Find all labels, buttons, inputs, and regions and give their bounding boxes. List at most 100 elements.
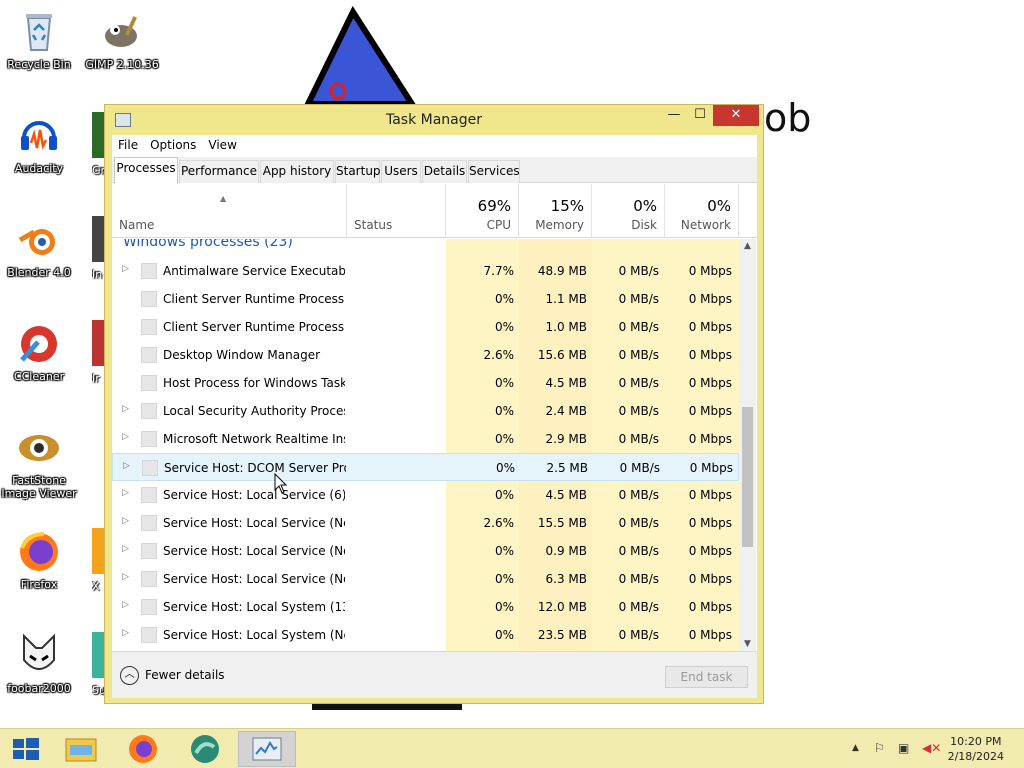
- expand-chevron-icon[interactable]: ▷: [122, 544, 129, 554]
- expand-chevron-icon[interactable]: ▷: [122, 572, 129, 582]
- fewer-details-button[interactable]: ︿ Fewer details: [120, 666, 225, 685]
- menu-file[interactable]: File: [112, 135, 144, 152]
- process-memory: 6.3 MB: [545, 572, 587, 586]
- taskbar-task-manager[interactable]: [238, 731, 296, 767]
- tab-details[interactable]: Details: [422, 160, 467, 183]
- foobar2000-icon: [16, 632, 62, 678]
- taskbar-file-explorer[interactable]: [52, 731, 110, 767]
- network-icon[interactable]: ▣: [898, 741, 909, 755]
- expand-chevron-icon[interactable]: ▷: [122, 488, 129, 498]
- scroll-up-icon[interactable]: ▲: [739, 241, 756, 251]
- menu-options[interactable]: Options: [144, 135, 202, 152]
- process-network: 0 Mbps: [688, 292, 732, 306]
- partial-icon[interactable]: X: [92, 528, 104, 602]
- clock[interactable]: 10:20 PM 2/18/2024: [948, 734, 1004, 764]
- menu-view[interactable]: View: [202, 135, 242, 152]
- process-row[interactable]: ▷ Service Host: Local System (Net... 0% 23.…: [112, 621, 739, 649]
- process-name: Service Host: Local Service (No I...: [163, 544, 345, 558]
- process-icon: [141, 431, 157, 447]
- process-row[interactable]: ▷ Service Host: Local Service (No I... 0% 0…: [112, 537, 739, 565]
- process-memory: 4.5 MB: [545, 376, 587, 390]
- process-row[interactable]: ▷ Antimalware Service Executable 7.7% 48.9 …: [112, 257, 739, 285]
- process-row[interactable]: ▷ Service Host: Local Service (Net... 2.6%…: [112, 509, 739, 537]
- column-network[interactable]: 0% Network: [665, 184, 739, 238]
- partial-icon[interactable]: Ir: [92, 320, 104, 394]
- tab-users[interactable]: Users: [381, 160, 421, 183]
- tray-chevron-up-icon[interactable]: ▲: [852, 743, 859, 753]
- process-row[interactable]: ▷ Service Host: Local Service (6) 0% 4.5 MB…: [112, 481, 739, 509]
- process-network: 0 Mbps: [688, 320, 732, 334]
- column-memory[interactable]: 15% Memory: [519, 184, 592, 238]
- chevron-up-icon: ︿: [120, 666, 139, 685]
- process-row[interactable]: ▷ Local Security Authority Process 0% 2.4 M…: [112, 397, 739, 425]
- tab-performance[interactable]: Performance: [179, 160, 259, 183]
- process-icon: [141, 571, 157, 587]
- desktop-icon-firefox[interactable]: Firefox: [0, 528, 78, 591]
- expand-chevron-icon[interactable]: ▷: [122, 600, 129, 610]
- column-name[interactable]: Name: [112, 184, 347, 238]
- tab-startup[interactable]: Startup: [335, 160, 381, 183]
- process-disk: 0 MB/s: [618, 292, 659, 306]
- process-icon: [141, 291, 157, 307]
- icon-label: CCleaner: [13, 370, 65, 383]
- flag-icon[interactable]: ⚐: [874, 741, 885, 755]
- taskbar-firefox[interactable]: [114, 731, 172, 767]
- process-name: Service Host: Local Service (Net...: [163, 516, 345, 530]
- process-row[interactable]: ▷ Service Host: DCOM Server Proc... 0% 2.5 …: [112, 453, 739, 481]
- start-icon: [13, 738, 39, 760]
- process-name: Local Security Authority Process: [163, 404, 345, 418]
- process-row[interactable]: Client Server Runtime Process 0% 1.0 MB 0 M…: [112, 313, 739, 341]
- column-cpu[interactable]: 69% CPU: [446, 184, 519, 238]
- expand-chevron-icon[interactable]: ▷: [122, 432, 129, 442]
- partial-icon[interactable]: Gr: [92, 112, 104, 186]
- column-disk[interactable]: 0% Disk: [592, 184, 665, 238]
- end-task-button[interactable]: End task: [665, 666, 748, 688]
- start-button[interactable]: [0, 731, 58, 767]
- partial-icon[interactable]: In: [92, 216, 104, 290]
- process-name: Service Host: Local Service (No ...: [163, 572, 345, 586]
- expand-chevron-icon[interactable]: ▷: [122, 264, 129, 274]
- volume-muted-icon[interactable]: ◀✕: [922, 741, 941, 755]
- process-memory: 1.0 MB: [545, 320, 587, 334]
- column-status[interactable]: Status: [347, 184, 446, 238]
- expand-chevron-icon[interactable]: ▷: [122, 516, 129, 526]
- process-memory: 12.0 MB: [537, 600, 587, 614]
- desktop-icon-gimp[interactable]: GIMP 2.10.36: [83, 8, 161, 71]
- expand-chevron-icon[interactable]: ▷: [122, 404, 129, 414]
- vertical-scrollbar[interactable]: ▲ ▼: [739, 239, 756, 651]
- desktop-icon-blender[interactable]: Blender 4.0: [0, 216, 78, 279]
- process-row[interactable]: Client Server Runtime Process 0% 1.1 MB 0 M…: [112, 285, 739, 313]
- tab-processes[interactable]: Processes: [114, 157, 178, 184]
- desktop-icon-faststone[interactable]: FastStone Image Viewer: [0, 424, 78, 500]
- process-cpu: 0%: [494, 572, 514, 586]
- process-network: 0 Mbps: [688, 516, 732, 530]
- taskbar-app[interactable]: [176, 731, 234, 767]
- partial-icon[interactable]: Sup: [92, 632, 104, 706]
- tab-app-history[interactable]: App history: [260, 160, 334, 183]
- process-disk: 0 MB/s: [618, 348, 659, 362]
- process-row[interactable]: ▷ Service Host: Local System (13) 0% 12.0 M…: [112, 593, 739, 621]
- process-icon: [141, 515, 157, 531]
- scroll-down-icon[interactable]: ▼: [739, 639, 756, 649]
- desktop-icon-foobar2000[interactable]: foobar2000: [0, 632, 78, 695]
- scroll-thumb[interactable]: [742, 407, 753, 547]
- title-bar[interactable]: Task Manager — ☐ ✕: [105, 105, 763, 134]
- process-row[interactable]: Host Process for Windows Tasks 0% 4.5 MB 0 …: [112, 369, 739, 397]
- desktop-icon-ccleaner[interactable]: CCleaner: [0, 320, 78, 383]
- desktop-icon-recycle-bin[interactable]: Recycle Bin: [0, 8, 78, 71]
- expand-chevron-icon[interactable]: ▷: [122, 628, 129, 638]
- close-button[interactable]: ✕: [713, 105, 759, 126]
- process-disk: 0 MB/s: [618, 264, 659, 278]
- process-network: 0 Mbps: [688, 348, 732, 362]
- maximize-button[interactable]: ☐: [687, 105, 713, 126]
- process-row[interactable]: Desktop Window Manager 2.6% 15.6 MB 0 MB/s 0…: [112, 341, 739, 369]
- process-disk: 0 MB/s: [618, 628, 659, 642]
- process-row[interactable]: ▷ Microsoft Network Realtime Ins... 0% 2.9 …: [112, 425, 739, 453]
- tab-services[interactable]: Services: [468, 160, 520, 183]
- desktop-icon-audacity[interactable]: Audacity: [0, 112, 78, 175]
- minimize-button[interactable]: —: [661, 105, 687, 126]
- process-icon: [141, 375, 157, 391]
- cpu-total: 69%: [477, 197, 511, 215]
- expand-chevron-icon[interactable]: ▷: [123, 461, 130, 471]
- process-row[interactable]: ▷ Service Host: Local Service (No ... 0% 6.…: [112, 565, 739, 593]
